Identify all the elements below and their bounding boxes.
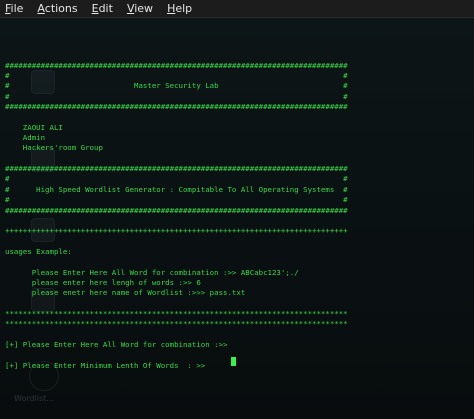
terminal-cursor: [231, 357, 236, 366]
terminal-line: please enetr here name of Wordlist :>>> …: [5, 288, 246, 298]
menu-file[interactable]: File: [0, 0, 30, 17]
terminal-line: ########################################…: [5, 102, 348, 112]
terminal-line: # #: [5, 195, 348, 205]
terminal-line: ########################################…: [5, 164, 348, 174]
terminal-line: Hackers'room Group: [5, 143, 103, 153]
terminal-line: # #: [5, 71, 348, 81]
terminal-line: Please Enter Here All Word for combinati…: [5, 267, 299, 277]
menu-actions[interactable]: Actions: [30, 0, 84, 17]
terminal-line: # High Speed Wordlist Generator : Compit…: [5, 184, 348, 194]
desktop-icon-label: Wordlist...: [14, 394, 54, 403]
menu-help[interactable]: Help: [160, 0, 199, 17]
terminal-line: ########################################…: [5, 60, 348, 70]
terminal-line: ****************************************…: [5, 308, 348, 318]
terminal-line: usages Example:: [5, 246, 72, 256]
terminal-line: please enter here lengh of words :>> 6: [5, 277, 201, 287]
terminal-line: ****************************************…: [5, 319, 348, 329]
terminal-line: [+] Please Enter Here All Word for combi…: [5, 339, 228, 349]
terminal-line: # #: [5, 174, 348, 184]
terminal-line: # #: [5, 91, 348, 101]
terminal-output: ########################################…: [5, 40, 348, 371]
terminal-area[interactable]: Wordlist... ############################…: [0, 18, 474, 419]
terminal-line: ########################################…: [5, 205, 348, 215]
terminal-line: ++++++++++++++++++++++++++++++++++++++++…: [5, 226, 348, 236]
terminal-line: [+] Please Enter Minimum Lenth Of Words …: [5, 360, 206, 370]
terminal-line: ZAOUI ALI: [5, 122, 63, 132]
terminal-line: Admin: [5, 133, 46, 143]
menu-view[interactable]: View: [120, 0, 160, 17]
menu-bar: File Actions Edit View Help: [0, 0, 474, 18]
menu-edit[interactable]: Edit: [85, 0, 120, 17]
terminal-line: # Master Security Lab #: [5, 81, 348, 91]
